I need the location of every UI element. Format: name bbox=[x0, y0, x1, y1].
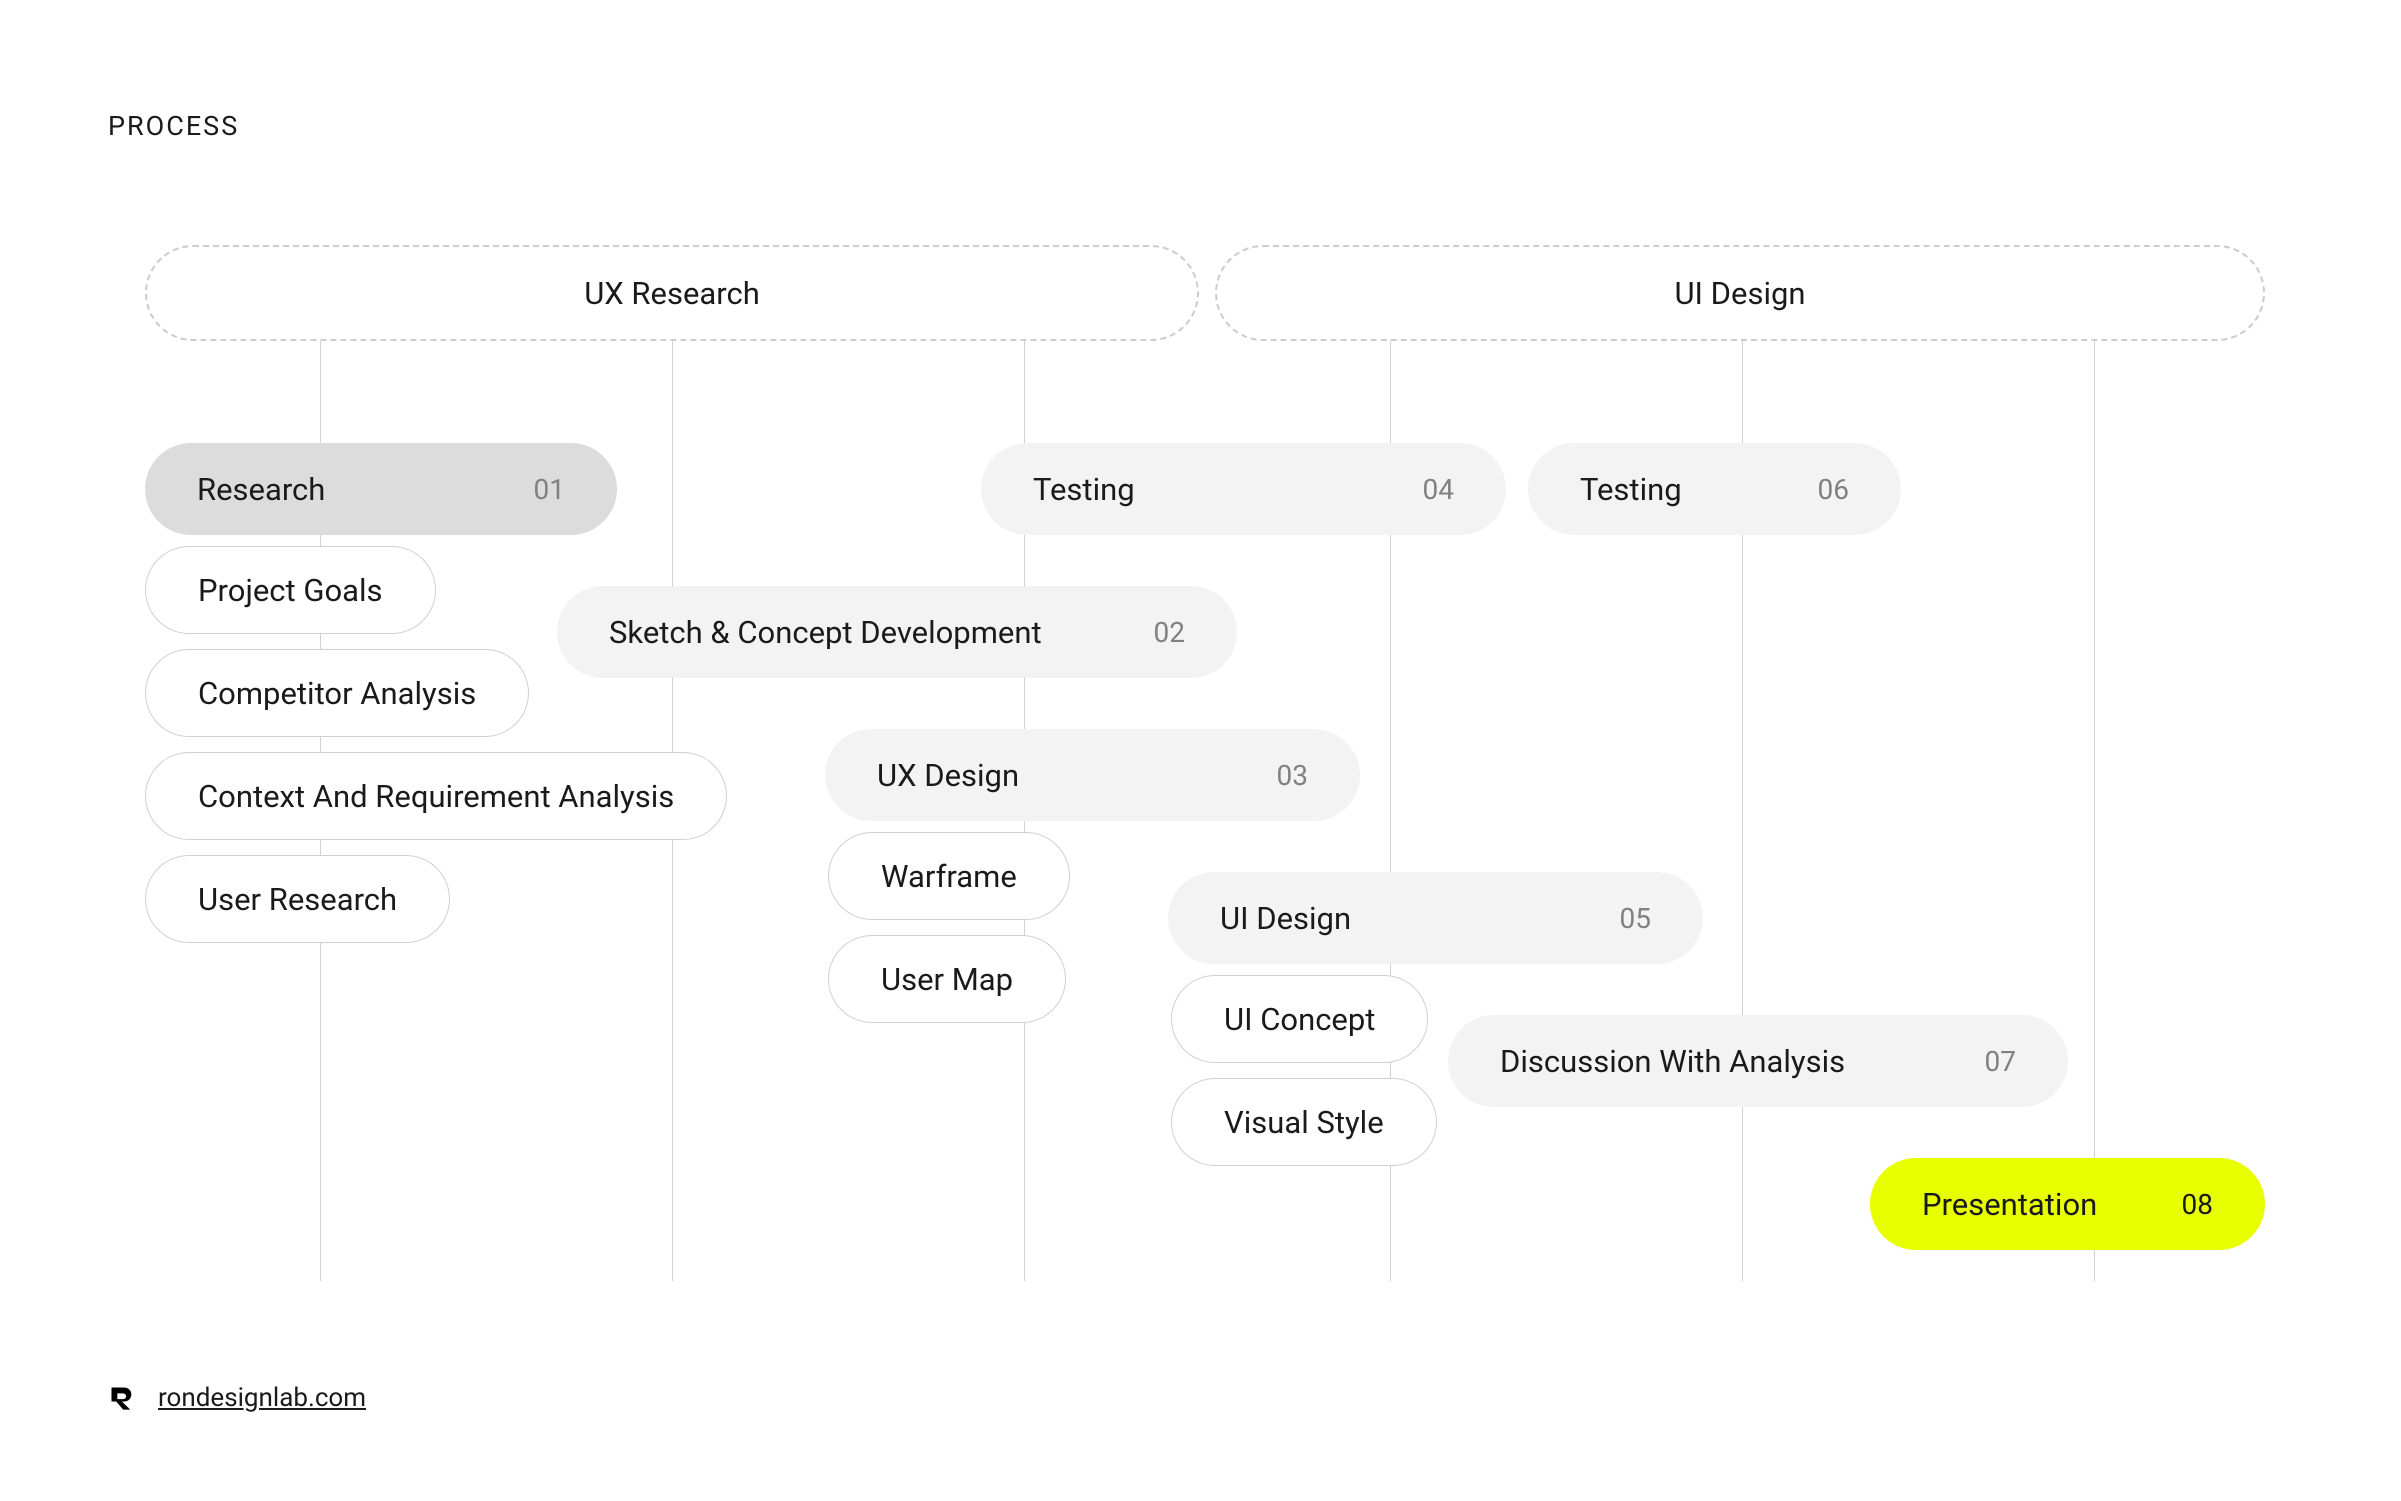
stage-number: 05 bbox=[1620, 902, 1651, 935]
substage-visual-style: Visual Style bbox=[1171, 1078, 1437, 1166]
stage-number: 07 bbox=[1985, 1045, 2016, 1078]
logo-icon bbox=[108, 1384, 136, 1412]
substage-context-requirements: Context And Requirement Analysis bbox=[145, 752, 727, 840]
stage-ui-design: UI Design 05 bbox=[1168, 872, 1703, 964]
stage-testing-06: Testing 06 bbox=[1528, 443, 1901, 535]
process-diagram: UX Research UI Design Research 01 Testin… bbox=[145, 245, 2265, 1245]
stage-label: Sketch & Concept Development bbox=[609, 614, 1042, 651]
substage-project-goals: Project Goals bbox=[145, 546, 436, 634]
stage-number: 03 bbox=[1277, 759, 1308, 792]
stage-label: Discussion With Analysis bbox=[1500, 1043, 1845, 1080]
stage-number: 02 bbox=[1154, 616, 1185, 649]
stage-label: UI Design bbox=[1220, 900, 1351, 937]
footer: rondesignlab.com bbox=[108, 1383, 366, 1413]
stage-number: 06 bbox=[1818, 473, 1849, 506]
footer-link[interactable]: rondesignlab.com bbox=[158, 1383, 366, 1413]
stage-number: 04 bbox=[1423, 473, 1454, 506]
stage-label: Testing bbox=[1580, 471, 1682, 508]
stage-ux-design: UX Design 03 bbox=[825, 729, 1360, 821]
stage-label: UX Design bbox=[877, 757, 1019, 794]
page-title: PROCESS bbox=[108, 110, 239, 142]
stage-label: Testing bbox=[1033, 471, 1135, 508]
substage-ui-concept: UI Concept bbox=[1171, 975, 1428, 1063]
substage-user-research: User Research bbox=[145, 855, 450, 943]
stage-presentation: Presentation 08 bbox=[1870, 1158, 2265, 1250]
substage-user-map: User Map bbox=[828, 935, 1066, 1023]
stage-research: Research 01 bbox=[145, 443, 617, 535]
stage-label: Presentation bbox=[1922, 1186, 2097, 1223]
stage-number: 01 bbox=[534, 473, 565, 506]
stage-discussion-analysis: Discussion With Analysis 07 bbox=[1448, 1015, 2068, 1107]
stage-testing-04: Testing 04 bbox=[981, 443, 1506, 535]
substage-warframe: Warframe bbox=[828, 832, 1070, 920]
stage-label: Research bbox=[197, 471, 325, 508]
grid-line bbox=[2094, 341, 2095, 1281]
category-ux-research: UX Research bbox=[145, 245, 1199, 341]
category-ui-design: UI Design bbox=[1215, 245, 2265, 341]
substage-competitor-analysis: Competitor Analysis bbox=[145, 649, 529, 737]
stage-sketch-concept: Sketch & Concept Development 02 bbox=[557, 586, 1237, 678]
stage-number: 08 bbox=[2182, 1188, 2213, 1221]
